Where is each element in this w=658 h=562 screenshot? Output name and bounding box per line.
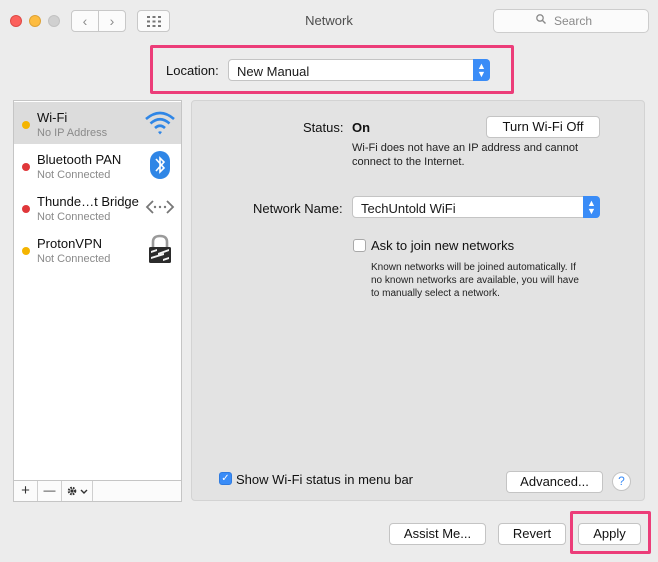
service-status: Not Connected <box>37 211 111 223</box>
assist-me-button[interactable]: Assist Me... <box>389 523 486 545</box>
status-label: Status: <box>303 120 344 135</box>
location-label: Location: <box>166 63 219 78</box>
help-button[interactable]: ? <box>612 472 631 491</box>
checkmark-icon: ✓ <box>221 473 230 484</box>
search-icon <box>536 14 546 24</box>
service-name: ProtonVPN <box>37 236 103 251</box>
service-item-wifi[interactable]: Wi-Fi No IP Address <box>14 102 181 144</box>
network-name-popup[interactable]: TechUntold WiFi ▲ ▼ <box>352 196 600 218</box>
show-wifi-status-checkbox[interactable]: ✓ <box>219 472 232 485</box>
apply-button[interactable]: Apply <box>578 523 641 545</box>
plus-icon: + <box>21 482 30 499</box>
service-status: Not Connected <box>37 253 111 265</box>
ask-to-join-label: Ask to join new networks <box>371 238 515 253</box>
service-item-protonvpn[interactable]: ProtonVPN Not Connected <box>14 228 181 270</box>
service-item-thunderbolt-bridge[interactable]: Thunde…t Bridge Not Connected <box>14 186 181 228</box>
status-dot <box>22 205 30 213</box>
service-list-toolbar: + — <box>13 481 182 502</box>
ask-join-description-line-2: no known networks are available, you wil… <box>371 275 579 286</box>
show-wifi-status-label: Show Wi-Fi status in menu bar <box>236 472 414 487</box>
thunderbolt-bridge-icon <box>145 200 175 214</box>
status-value: On <box>352 120 371 135</box>
status-dot <box>22 163 30 171</box>
add-service-button[interactable]: + <box>14 481 38 501</box>
status-dot <box>22 121 30 129</box>
vpn-lock-icon <box>149 234 171 263</box>
revert-button[interactable]: Revert <box>498 523 566 545</box>
service-name: Wi-Fi <box>37 110 68 125</box>
network-name-value: TechUntold WiFi <box>361 201 456 216</box>
service-name: Bluetooth PAN <box>37 152 122 167</box>
advanced-button[interactable]: Advanced... <box>506 471 603 493</box>
title-bar: ‹ › Network Search <box>0 0 658 44</box>
service-status: No IP Address <box>37 127 108 139</box>
ask-join-description-line-1: Known networks will be joined automatica… <box>371 262 576 273</box>
status-dot <box>22 247 30 255</box>
search-field[interactable]: Search <box>493 9 649 33</box>
status-description-line-2: connect to the Internet. <box>352 156 465 168</box>
question-mark-icon: ? <box>618 474 625 488</box>
service-item-bluetooth-pan[interactable]: Bluetooth PAN Not Connected <box>14 144 181 186</box>
status-description-line-1: Wi-Fi does not have an IP address and ca… <box>352 142 579 154</box>
service-status: Not Connected <box>37 169 111 181</box>
minus-icon: — <box>43 483 56 497</box>
ask-to-join-checkbox[interactable] <box>353 239 366 252</box>
search-placeholder: Search <box>554 14 593 28</box>
location-popup[interactable]: New Manual ▲ ▼ <box>228 59 490 81</box>
service-list[interactable]: Wi-Fi No IP Address Bluetooth PAN Not Co… <box>13 100 182 481</box>
bluetooth-icon <box>150 151 170 179</box>
location-value: New Manual <box>237 64 310 79</box>
popup-arrows-icon: ▲ ▼ <box>583 196 600 218</box>
action-menu-button[interactable] <box>62 481 93 501</box>
network-name-label: Network Name: <box>253 201 343 216</box>
popup-arrows-icon: ▲ ▼ <box>473 59 490 81</box>
gear-icon <box>67 486 88 496</box>
ask-join-description-line-3: to manually select a network. <box>371 288 500 299</box>
wifi-icon <box>145 111 175 135</box>
service-name: Thunde…t Bridge <box>37 194 139 209</box>
remove-service-button[interactable]: — <box>38 481 62 501</box>
turn-wifi-off-button[interactable]: Turn Wi-Fi Off <box>486 116 600 138</box>
